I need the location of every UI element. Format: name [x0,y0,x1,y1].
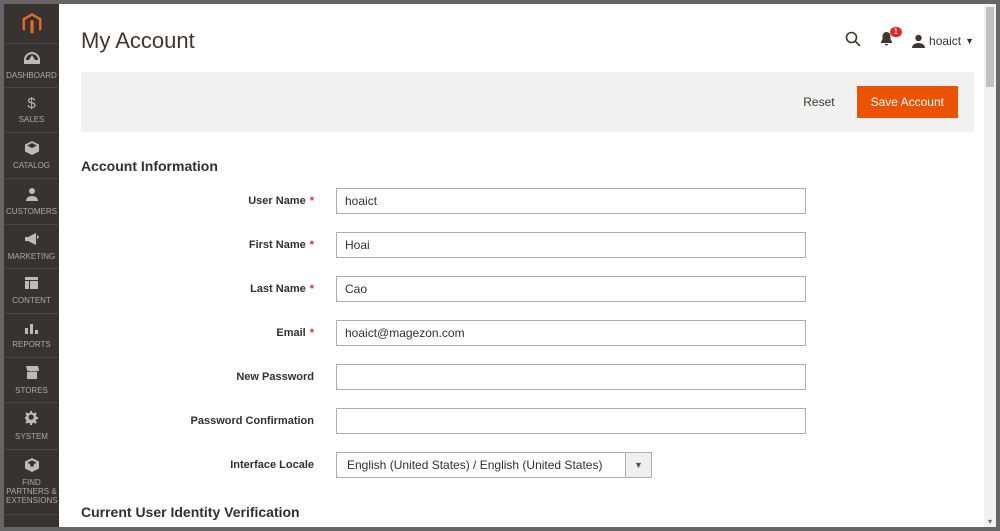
nav-reports[interactable]: REPORTS [4,314,59,358]
notification-badge: 1 [890,27,902,37]
new-password-label: New Password [81,371,336,383]
new-password-input[interactable] [336,364,806,390]
nav-marketing[interactable]: MARKETING [4,225,59,269]
dollar-icon: $ [6,96,57,113]
nav-label: REPORTS [12,340,51,349]
person-icon [6,187,57,206]
dashboard-icon [6,52,57,69]
nav-label: CATALOG [13,161,50,170]
scrollbar[interactable]: ▴ ▾ [984,4,996,527]
nav-label: FIND PARTNERS & EXTENSIONS [6,478,58,505]
notifications-icon[interactable]: 1 [879,31,894,51]
nav-dashboard[interactable]: DASHBOARD [4,44,59,88]
required-mark: * [310,283,314,295]
action-bar: Reset Save Account [81,72,974,132]
locale-selected-value: English (United States) / English (Unite… [336,452,626,478]
interface-locale-select[interactable]: English (United States) / English (Unite… [336,452,806,478]
firstname-input[interactable] [336,232,806,258]
nav-content[interactable]: CONTENT [4,269,59,313]
magento-logo[interactable] [4,4,59,44]
lastname-label: Last Name* [81,283,336,295]
required-mark: * [310,239,314,251]
email-label: Email* [81,327,336,339]
nav-customers[interactable]: CUSTOMERS [4,179,59,225]
nav-sales[interactable]: $ SALES [4,88,59,132]
chart-icon [6,322,57,339]
interface-locale-label: Interface Locale [81,459,336,471]
nav-label: STORES [15,386,48,395]
nav-stores[interactable]: STORES [4,358,59,403]
nav-label: CUSTOMERS [6,207,57,216]
search-icon[interactable] [845,31,861,51]
layout-icon [6,277,57,294]
nav-label: SYSTEM [15,432,48,441]
main-content: My Account 1 hoaict ▼ Reset Save Account [59,4,996,527]
dropdown-toggle-icon[interactable]: ▼ [626,452,652,478]
user-menu[interactable]: hoaict ▼ [912,34,974,48]
nav-label: SALES [19,115,45,124]
save-account-button[interactable]: Save Account [857,86,958,118]
scroll-down-icon[interactable]: ▾ [984,515,996,527]
nav-system[interactable]: SYSTEM [4,403,59,449]
store-icon [6,366,57,384]
nav-partners[interactable]: FIND PARTNERS & EXTENSIONS [4,450,59,515]
nav-catalog[interactable]: CATALOG [4,133,59,179]
firstname-label: First Name* [81,239,336,251]
password-confirmation-input[interactable] [336,408,806,434]
username-label: User Name* [81,195,336,207]
nav-label: DASHBOARD [6,71,57,80]
user-icon [912,34,925,48]
reset-button[interactable]: Reset [793,87,844,117]
email-input[interactable] [336,320,806,346]
megaphone-icon [6,233,57,250]
admin-sidebar: DASHBOARD $ SALES CATALOG CUSTOMERS MARK… [4,4,59,527]
partners-icon [6,458,57,477]
password-confirmation-label: Password Confirmation [81,415,336,427]
caret-down-icon: ▼ [965,36,974,46]
nav-label: MARKETING [8,252,56,261]
username-input[interactable] [336,188,806,214]
required-mark: * [310,327,314,339]
required-mark: * [310,195,314,207]
scroll-thumb[interactable] [986,7,994,87]
lastname-input[interactable] [336,276,806,302]
section-identity-verification: Current User Identity Verification [81,504,974,520]
gear-icon [6,411,57,430]
nav-label: CONTENT [12,296,51,305]
section-account-info: Account Information [81,158,974,174]
username-label: hoaict [929,34,961,48]
page-title: My Account [81,28,845,54]
cube-icon [6,141,57,160]
